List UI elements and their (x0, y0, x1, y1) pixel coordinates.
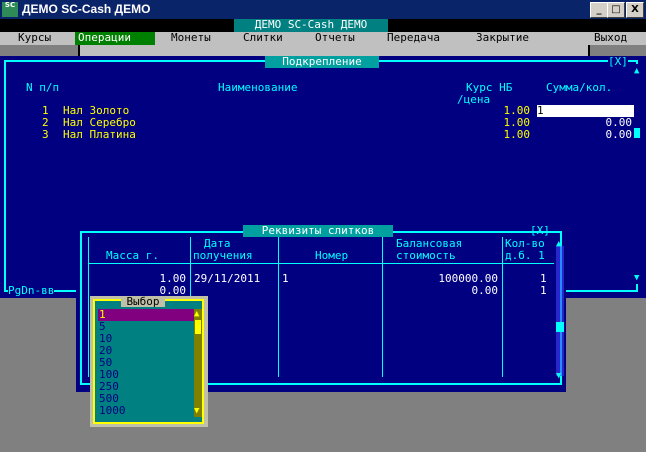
selected-highlight (98, 309, 194, 321)
cell-date: 29/11/2011 (194, 272, 261, 285)
header-num: N п/п (26, 81, 60, 94)
main-scrollbar-thumb[interactable] (634, 128, 640, 138)
menu-item-operations[interactable]: Операции (75, 32, 155, 45)
main-window-close-button[interactable]: [X] (608, 56, 628, 68)
menu-item-closing[interactable]: Закрытие (476, 32, 529, 45)
window-title: ДЕМО SC-Cash ДЕМО (22, 2, 151, 16)
minimize-button[interactable]: _ (590, 2, 608, 18)
details-scroll-up-icon[interactable]: ▲ (556, 238, 561, 250)
app-icon: SC (2, 2, 18, 17)
column-divider (278, 237, 279, 377)
row-rate: 1.00 (503, 128, 531, 141)
details-window-close-button[interactable]: [X] (530, 225, 550, 237)
menu-item-exit[interactable]: Выход (594, 32, 627, 45)
header-sum: Сумма/кол. (546, 81, 613, 94)
pgdn-hint: PgDn-вв (8, 284, 55, 297)
choice-option[interactable]: 1000 (99, 405, 126, 417)
details-scrollbar[interactable] (556, 246, 564, 376)
column-divider (502, 237, 503, 377)
scroll-down-icon[interactable]: ▼ (634, 272, 639, 284)
details-scrollbar-thumb[interactable] (556, 322, 564, 332)
main-window-title: Подкрепление (265, 56, 379, 68)
choice-popup-title: Выбор (121, 296, 165, 308)
column-divider (382, 237, 383, 377)
menu-item-bullions[interactable]: Слитки (243, 32, 283, 45)
cell-qty: 1 (540, 284, 547, 297)
menu-item-rates[interactable]: Курсы (18, 32, 51, 45)
cell-number: 1 (282, 272, 289, 285)
details-window-title: Реквизиты слитков (243, 225, 393, 237)
cell-balance: 0.00 (471, 284, 499, 297)
scroll-up-icon[interactable]: ▲ (634, 65, 639, 77)
header-divider (88, 263, 554, 264)
col-header-mass: Масса г. (106, 249, 159, 262)
choice-scroll-down-icon[interactable]: ▼ (194, 405, 199, 417)
col-header-number: Номер (315, 249, 349, 262)
menu-item-coins[interactable]: Монеты (171, 32, 211, 45)
row-name: Нал Платина (63, 128, 136, 141)
row-num: 3 (42, 128, 49, 141)
window-title-bar: SC ДЕМО SC-Cash ДЕМО _ □ X (0, 0, 646, 19)
col-header-qty-db: д.б. 1 (505, 249, 545, 262)
column-divider (88, 237, 89, 377)
choice-scrollbar-thumb[interactable] (195, 320, 201, 334)
maximize-button[interactable]: □ (607, 2, 625, 18)
col-header-balance-value: стоимость (396, 249, 456, 262)
main-scrollbar[interactable] (634, 64, 640, 284)
row-sum[interactable]: 0.00 (590, 129, 633, 141)
header-name: Наименование (218, 81, 298, 94)
menu-item-reports[interactable]: Отчеты (315, 32, 355, 45)
col-header-date-received: получения (193, 249, 253, 262)
menu-item-transfer[interactable]: Передача (387, 32, 440, 45)
close-button[interactable]: X (626, 2, 644, 18)
choice-scroll-up-icon[interactable]: ▲ (194, 308, 199, 320)
header-rate-price: /цена (457, 93, 491, 106)
details-scroll-down-icon[interactable]: ▼ (556, 370, 561, 382)
